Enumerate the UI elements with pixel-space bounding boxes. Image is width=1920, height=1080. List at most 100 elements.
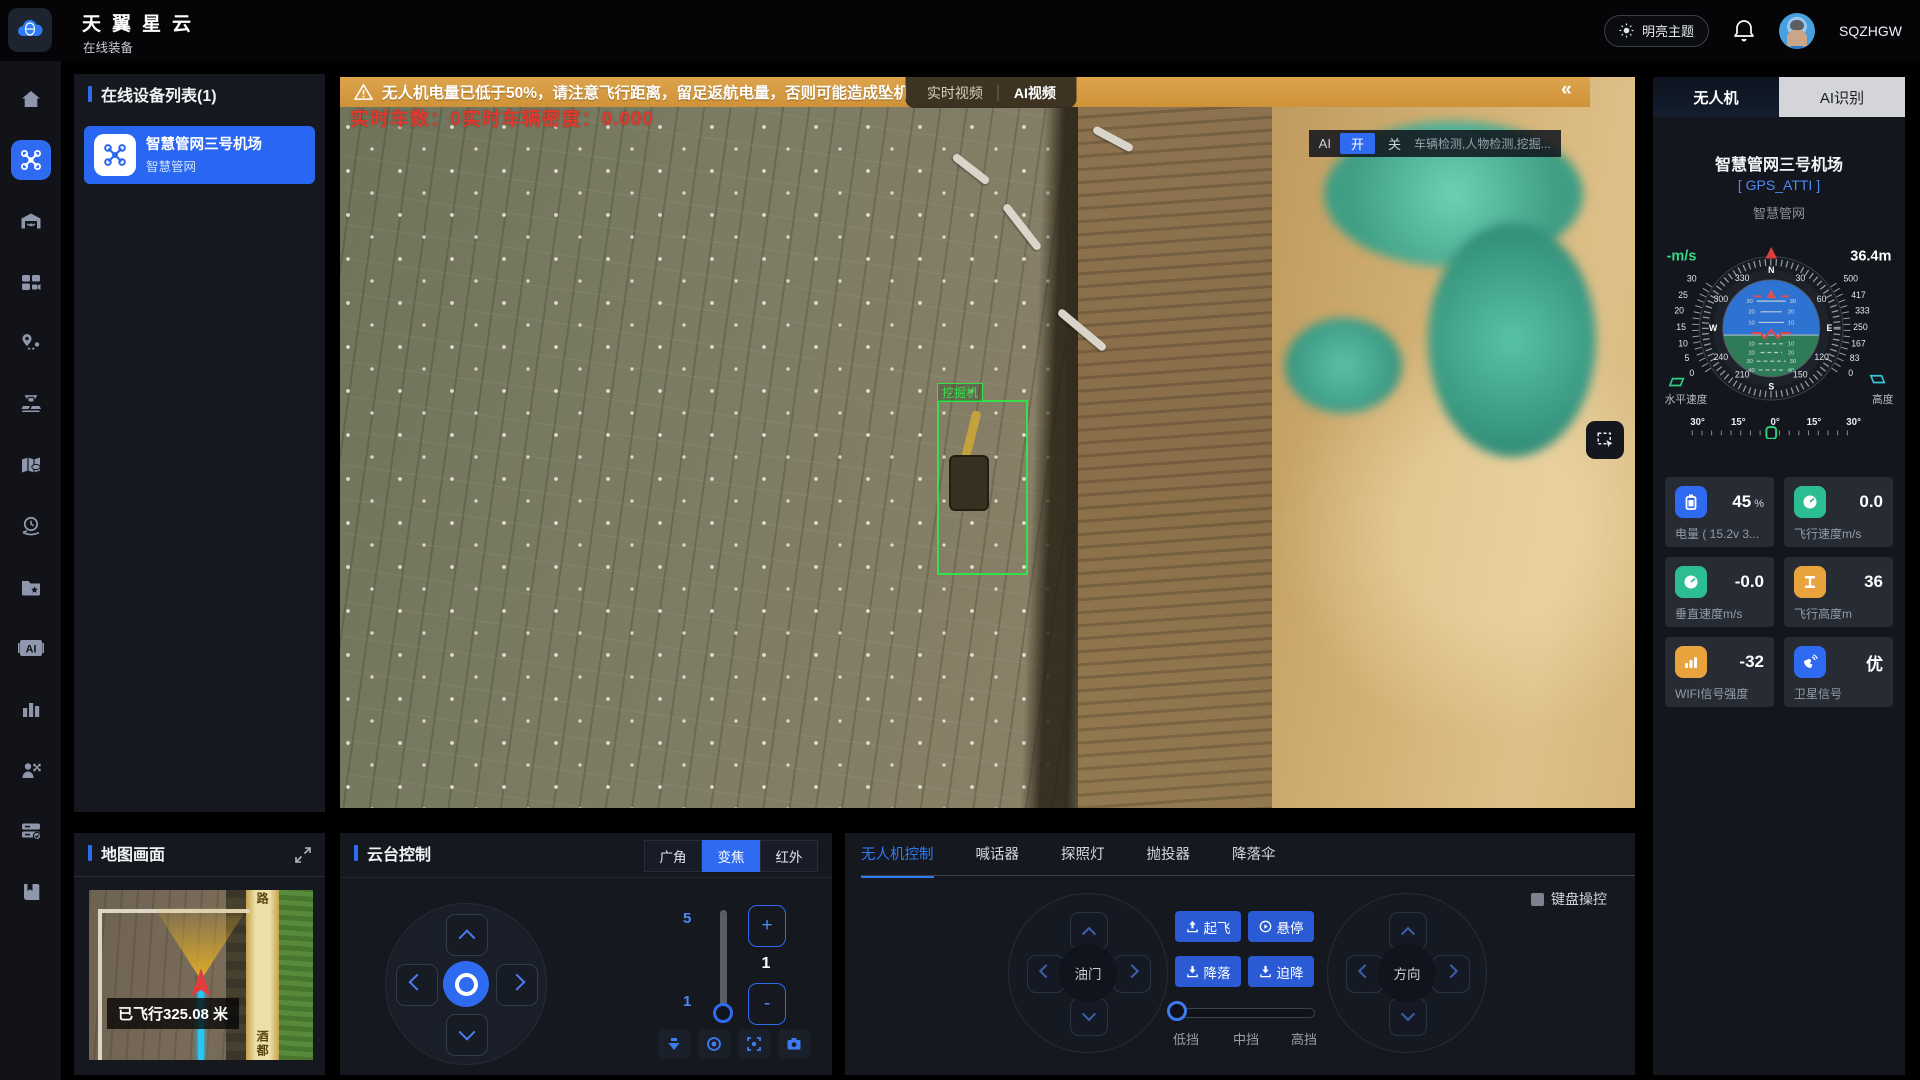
gear-slider-track[interactable]: [1175, 1008, 1315, 1018]
gimbal-down-button[interactable]: [446, 1014, 488, 1056]
gear-slider-knob[interactable]: [1167, 1001, 1187, 1021]
sidebar-item-hangar[interactable]: [11, 201, 51, 241]
gimbal-recenter-button[interactable]: [658, 1029, 690, 1059]
takeoff-button[interactable]: 起飞: [1175, 911, 1241, 942]
speed-scale: 30 25 20 15 10 5 0: [1674, 274, 1696, 378]
user-avatar[interactable]: [1779, 13, 1815, 49]
tab-ai-recognition[interactable]: AI识别: [1779, 77, 1905, 117]
notification-bell-icon[interactable]: [1733, 19, 1755, 43]
sidebar-item-history-record[interactable]: [11, 506, 51, 546]
gimbal-left-button[interactable]: [396, 964, 438, 1006]
ai-icon: AI: [18, 636, 44, 660]
svg-text:20: 20: [1674, 306, 1684, 316]
accent-bar: [354, 845, 358, 861]
throttle-right-button[interactable]: [1113, 955, 1151, 993]
sidebar-item-device-manage[interactable]: [11, 811, 51, 851]
active-device-name: 智慧管网三号机场: [1653, 151, 1905, 175]
drone-control-panel: 无人机控制 喊话器 探照灯 抛投器 降落伞 键盘操控 油门 起飞 悬停 降落: [845, 833, 1635, 1075]
roll-marker: [1766, 427, 1776, 439]
tab-zoom[interactable]: 变焦: [702, 840, 760, 872]
sidebar-item-map-manage[interactable]: [11, 445, 51, 485]
gimbal-right-button[interactable]: [496, 964, 538, 1006]
sidebar-item-flight-route[interactable]: [11, 323, 51, 363]
svg-text:N: N: [1768, 265, 1774, 275]
hover-button[interactable]: 悬停: [1248, 911, 1314, 942]
home-icon: [19, 87, 43, 111]
tab-infrared[interactable]: 红外: [760, 840, 818, 872]
ai-on-button[interactable]: 开: [1340, 133, 1375, 154]
tab-ai-video[interactable]: AI视频: [999, 83, 1071, 103]
device-org: 智慧管网: [146, 156, 262, 175]
throttle-down-button[interactable]: [1070, 998, 1108, 1036]
direction-joystick: 方向: [1327, 893, 1487, 1053]
tab-searchlight[interactable]: 探照灯: [1061, 843, 1105, 878]
sidebar-item-media-center[interactable]: [11, 262, 51, 302]
map-field: [279, 890, 313, 1060]
svg-text:210: 210: [1735, 370, 1750, 380]
tab-drone-control[interactable]: 无人机控制: [861, 843, 934, 878]
tab-live-video[interactable]: 实时视频: [912, 83, 998, 103]
svg-text:25: 25: [1678, 290, 1688, 300]
sidebar-item-media-folder[interactable]: [11, 567, 51, 607]
history-clock-icon: [19, 514, 43, 538]
server-check-icon: [19, 819, 43, 843]
sun-icon: [1619, 23, 1634, 38]
checkbox[interactable]: [1531, 893, 1544, 906]
sidebar-item-drone-monitor[interactable]: [11, 140, 51, 180]
sidebar-item-ai-recognition[interactable]: AI: [11, 628, 51, 668]
sidebar-item-home[interactable]: [11, 79, 51, 119]
ai-off-button[interactable]: 关: [1384, 134, 1405, 153]
land-button[interactable]: 降落: [1175, 956, 1241, 987]
gimbal-center-button[interactable]: [443, 961, 489, 1007]
accent-bar: [88, 86, 92, 102]
svg-text:AI: AI: [25, 644, 36, 656]
svg-text:10: 10: [1788, 342, 1794, 348]
vertical-speed-card: -0.0 垂直速度m/s: [1665, 557, 1774, 627]
tab-dropper[interactable]: 抛投器: [1147, 843, 1191, 878]
theme-toggle-button[interactable]: 明亮主题: [1604, 15, 1709, 47]
snapshot-button[interactable]: [778, 1029, 810, 1059]
keyboard-control-toggle[interactable]: 键盘操控: [1531, 889, 1607, 909]
device-list-title: 在线设备列表(1): [101, 82, 217, 106]
speed-axis-label: 水平速度: [1665, 393, 1708, 406]
username: SQZHGW: [1839, 23, 1902, 39]
water-patch: [1428, 223, 1596, 457]
force-land-button[interactable]: 迫降: [1248, 956, 1314, 987]
direction-right-button[interactable]: [1432, 955, 1470, 993]
svg-text:150: 150: [1793, 370, 1808, 380]
gimbal-up-button[interactable]: [446, 914, 488, 956]
direction-back-button[interactable]: [1389, 998, 1427, 1036]
wifi-signal-icon: [1675, 646, 1707, 678]
collapse-banner-icon[interactable]: «: [1561, 79, 1570, 101]
gear-mid-label[interactable]: 中挡: [1233, 1029, 1259, 1048]
tab-speaker[interactable]: 喊话器: [976, 843, 1020, 878]
page-breadcrumb: 在线装备: [83, 37, 133, 56]
zoom-in-button[interactable]: +: [748, 905, 786, 947]
zoom-slider-track[interactable]: [720, 910, 727, 1012]
record-button[interactable]: [698, 1029, 730, 1059]
sidebar-item-statistics[interactable]: [11, 689, 51, 729]
video-source-tabs: 实时视频 AI视频: [906, 77, 1077, 108]
gear-high-label[interactable]: 高挡: [1291, 1029, 1317, 1048]
gear-low-label[interactable]: 低挡: [1173, 1029, 1199, 1048]
svg-text:W: W: [1709, 323, 1718, 333]
sidebar-item-knowledge-base[interactable]: [11, 872, 51, 912]
map-expand-icon[interactable]: [293, 845, 313, 865]
sidebar-item-operator-manage[interactable]: [11, 750, 51, 790]
mini-map[interactable]: 路 酒都 已飞行325.08 米: [89, 890, 313, 1060]
app-window: 天翼星云 在线装备 明亮主题 SQZHGW: [0, 0, 1920, 1080]
area-select-button[interactable]: [1586, 421, 1624, 459]
focus-button[interactable]: [738, 1029, 770, 1059]
svg-text:20: 20: [1748, 310, 1754, 316]
realtime-vehicle-stats: 实时车数：0实时车辆密度：0.000: [350, 104, 654, 131]
zoom-out-button[interactable]: -: [748, 983, 786, 1025]
live-video-feed[interactable]: 无人机电量已低于50%，请注意飞行距离，留足返航电量，否则可能造成坠机 « 实时…: [340, 77, 1635, 808]
tab-parachute[interactable]: 降落伞: [1232, 843, 1276, 878]
sidebar-item-field-job[interactable]: [11, 384, 51, 424]
device-card[interactable]: 智慧管网三号机场 智慧管网: [84, 126, 315, 184]
tab-drone[interactable]: 无人机: [1653, 77, 1779, 117]
warning-icon: [354, 83, 373, 101]
tab-wide-angle[interactable]: 广角: [644, 840, 702, 872]
zoom-slider-knob[interactable]: [713, 1003, 733, 1023]
flight-mode: [ GPS_ATTI ]: [1653, 177, 1905, 193]
